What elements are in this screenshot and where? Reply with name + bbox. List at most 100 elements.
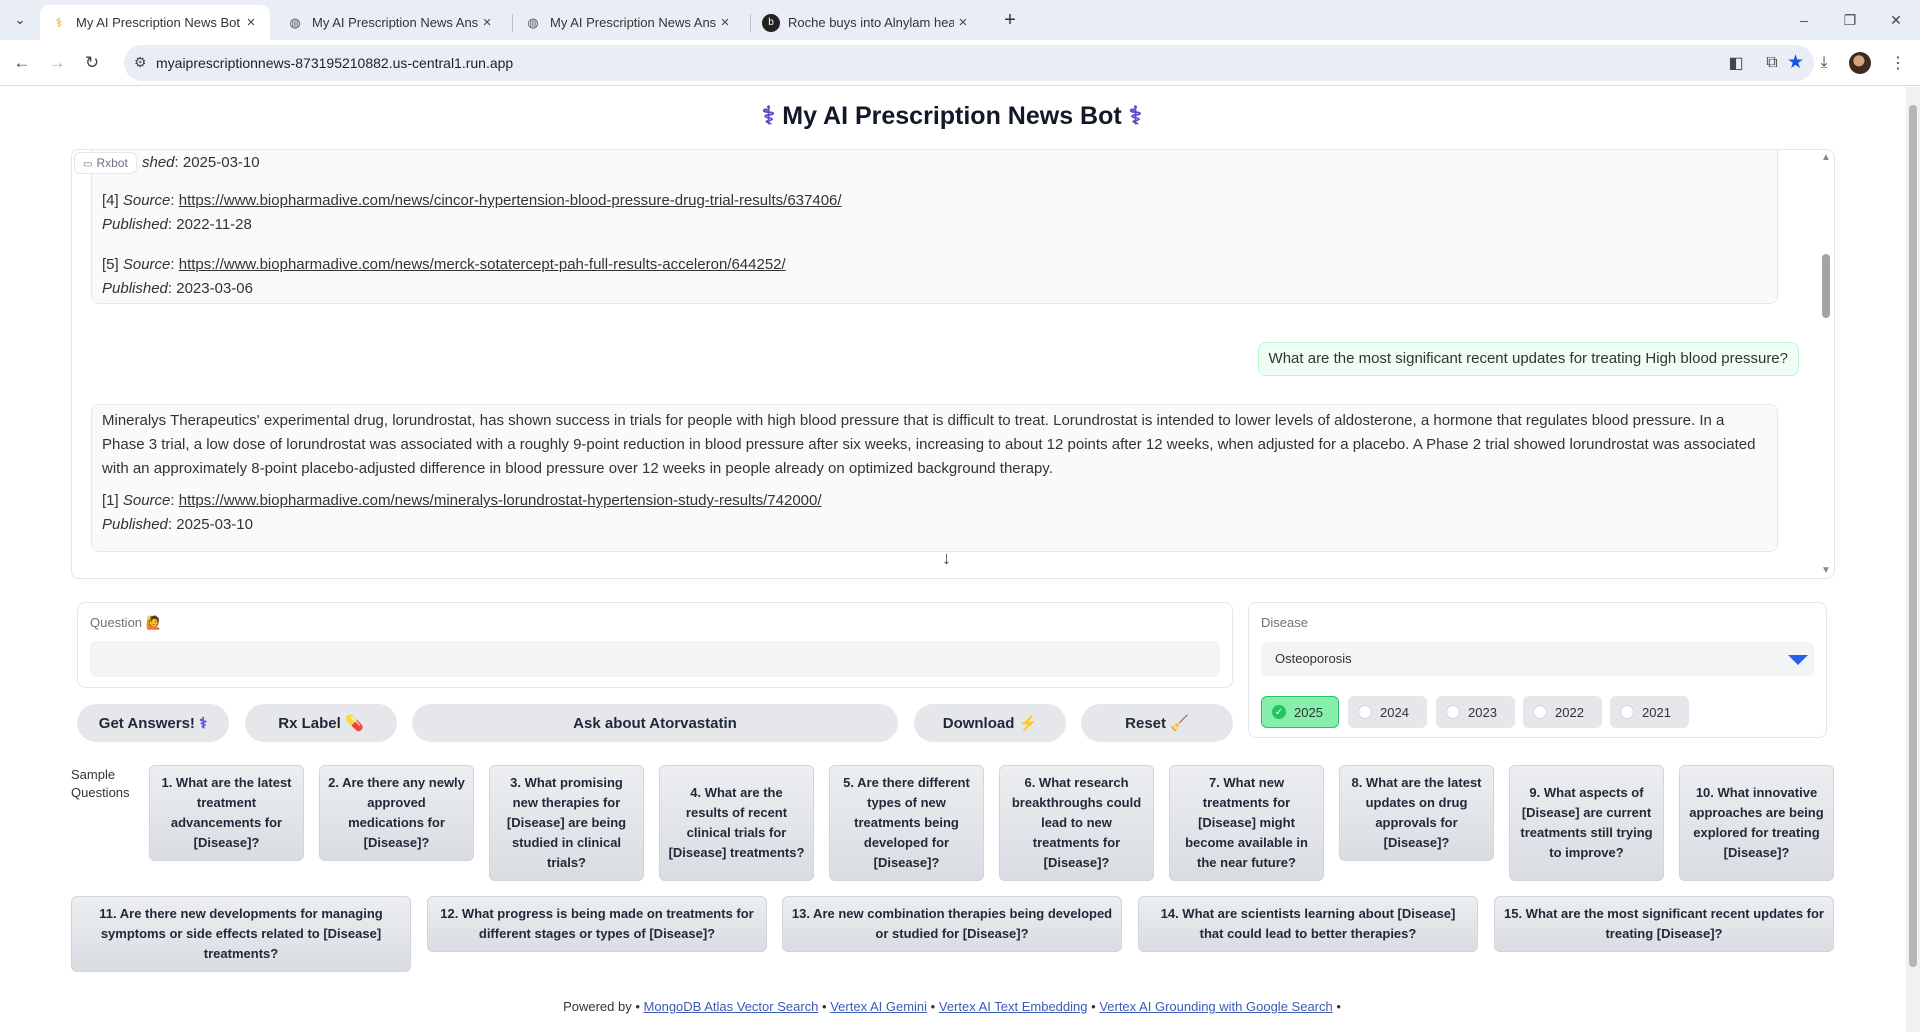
pill-icon: 💊 — [345, 715, 364, 732]
chat-scrollbar[interactable]: ▲ ▼ — [1818, 150, 1834, 578]
chatbot-label-text: Rxbot — [96, 156, 128, 170]
ask-about-atorvastatin-button[interactable]: Ask about Atorvastatin — [412, 704, 898, 742]
scroll-down-icon[interactable]: ▼ — [1821, 565, 1831, 576]
page-scrollbar-thumb[interactable] — [1909, 105, 1917, 967]
vertex-grounding-link[interactable]: Vertex AI Grounding with Google Search — [1099, 999, 1332, 1014]
sample-question-9[interactable]: 9. What aspects of [Disease] are current… — [1509, 765, 1664, 881]
sample-question-4[interactable]: 4. What are the results of recent clinic… — [659, 765, 814, 881]
back-arrow-icon[interactable]: ← — [8, 49, 36, 77]
globe-favicon-icon: ◍ — [289, 14, 301, 30]
forward-arrow-icon[interactable]: → — [43, 49, 71, 77]
download-button[interactable]: Download ⚡ — [914, 704, 1066, 742]
bookmark-star-icon[interactable]: ★ — [1787, 51, 1804, 74]
close-window-button[interactable]: ✕ — [1873, 6, 1919, 34]
site-info-icon[interactable]: ⚙ — [134, 54, 147, 71]
answer-text: Mineralys Therapeutics' experimental dru… — [102, 412, 1756, 477]
vertex-embedding-link[interactable]: Vertex AI Text Embedding — [939, 999, 1088, 1014]
maximize-button[interactable]: ❐ — [1827, 6, 1873, 34]
chatbot-panel[interactable]: ▭ Rxbot shed: 2025-03-10 [4] Source: http… — [71, 149, 1835, 579]
sample-question-10[interactable]: 10. What innovative approaches are being… — [1679, 765, 1834, 881]
sample-question-13[interactable]: 13. Are new combination therapies being … — [782, 896, 1122, 952]
reload-icon[interactable]: ↻ — [78, 49, 106, 77]
get-answers-button[interactable]: Get Answers! ⚕ — [77, 704, 229, 742]
sample-question-5[interactable]: 5. Are there different types of new trea… — [829, 765, 984, 881]
year-option-2024[interactable]: 2024 — [1348, 696, 1427, 728]
lightning-icon: ⚡ — [1018, 715, 1038, 732]
extensions-puzzle-icon[interactable]: ⧉ — [1760, 51, 1784, 75]
tab-separator — [512, 14, 513, 32]
tab-prescription-news-bot[interactable]: ⚕ My AI Prescription News Bot × — [40, 5, 270, 40]
sample-question-11[interactable]: 11. Are there new developments for manag… — [71, 896, 411, 972]
disease-dropdown[interactable]: Osteoporosis — [1261, 642, 1814, 676]
close-tab-icon[interactable]: × — [954, 14, 972, 31]
sample-question-15[interactable]: 15. What are the most significant recent… — [1494, 896, 1834, 952]
year-option-2021[interactable]: 2021 — [1610, 696, 1689, 728]
question-input[interactable] — [90, 641, 1220, 677]
question-label: Question 🙋 — [90, 615, 162, 631]
chat-scrollbar-thumb[interactable] — [1822, 254, 1830, 318]
disease-selected-value: Osteoporosis — [1275, 651, 1352, 666]
news-site-favicon-icon: b — [762, 13, 780, 32]
dropdown-caret-icon[interactable] — [1788, 655, 1808, 665]
page-title-text: My AI Prescription News Bot — [782, 102, 1122, 130]
source-number: [5] — [102, 256, 119, 273]
published-label: Published — [102, 280, 168, 297]
mongodb-atlas-link[interactable]: MongoDB Atlas Vector Search — [644, 999, 819, 1014]
source-link[interactable]: https://www.biopharmadive.com/news/miner… — [179, 492, 822, 509]
globe-favicon-icon: ◍ — [527, 14, 539, 30]
download-icon[interactable]: ⤓ — [1812, 51, 1836, 75]
raised-hand-icon: 🙋 — [145, 615, 162, 630]
vertex-gemini-link[interactable]: Vertex AI Gemini — [830, 999, 927, 1014]
tab-news-answers-2[interactable]: ◍ My AI Prescription News Answ × — [514, 5, 744, 40]
published-date: 2025-03-10 — [182, 154, 260, 171]
year-option-2025[interactable]: ✓ 2025 — [1261, 696, 1339, 728]
scroll-to-bottom-arrow-icon[interactable]: ↓ — [942, 548, 951, 569]
tab-news-answers-1[interactable]: ◍ My AI Prescription News Answ × — [276, 5, 506, 40]
published-date: 2025-03-10 — [176, 516, 253, 533]
download-label: Download — [942, 714, 1015, 732]
tab-search-chevron-icon[interactable]: ⌄ — [6, 8, 34, 32]
close-tab-icon[interactable]: × — [716, 14, 734, 31]
page-scrollbar[interactable] — [1906, 87, 1920, 1032]
tab-roche-alnylam[interactable]: b Roche buys into Alnylam heart × — [752, 5, 982, 40]
new-tab-button[interactable]: + — [996, 8, 1024, 32]
close-tab-icon[interactable]: × — [478, 14, 496, 31]
menu-dots-icon[interactable]: ⋮ — [1886, 51, 1910, 75]
sample-question-12[interactable]: 12. What progress is being made on treat… — [427, 896, 767, 952]
source-link[interactable]: https://www.biopharmadive.com/news/merck… — [179, 256, 786, 273]
sample-question-6[interactable]: 6. What research breakthroughs could lea… — [999, 765, 1154, 881]
source-line: [4] Source: https://www.biopharmadive.co… — [102, 192, 842, 209]
year-option-2022[interactable]: 2022 — [1523, 696, 1602, 728]
split-view-icon[interactable]: ◧ — [1724, 51, 1748, 75]
close-tab-icon[interactable]: × — [242, 14, 260, 31]
sample-question-14[interactable]: 14. What are scientists learning about [… — [1138, 896, 1478, 952]
footer-separator: • — [1336, 999, 1341, 1014]
sample-question-7[interactable]: 7. What new treatments for [Disease] mig… — [1169, 765, 1324, 881]
rx-label-button[interactable]: Rx Label 💊 — [245, 704, 397, 742]
tab-title: My AI Prescription News Answ — [312, 15, 478, 30]
reset-label: Reset — [1125, 714, 1166, 732]
scroll-up-icon[interactable]: ▲ — [1821, 152, 1831, 163]
sample-question-8[interactable]: 8. What are the latest updates on drug a… — [1339, 765, 1494, 861]
check-icon: ✓ — [1272, 705, 1286, 719]
profile-avatar[interactable] — [1849, 52, 1871, 74]
reset-button[interactable]: Reset 🧹 — [1081, 704, 1233, 742]
disease-label: Disease — [1261, 615, 1308, 630]
sample-question-2[interactable]: 2. Are there any newly approved medicati… — [319, 765, 474, 861]
tab-title: My AI Prescription News Answ — [550, 15, 716, 30]
url-text[interactable]: myaiprescriptionnews-873195210882.us-cen… — [156, 55, 513, 71]
chatbot-label: ▭ Rxbot — [74, 152, 137, 174]
question-block: Question 🙋 — [77, 602, 1233, 688]
sample-question-1[interactable]: 1. What are the latest treatment advance… — [149, 765, 304, 861]
source-label: Source — [122, 192, 171, 209]
app-page: ⚕ My AI Prescription News Bot ⚕ ▭ Rxbot s… — [0, 87, 1904, 1032]
published-date: 2022-11-28 — [176, 216, 252, 233]
year-option-2023[interactable]: 2023 — [1436, 696, 1515, 728]
source-link[interactable]: https://www.biopharmadive.com/news/cinco… — [179, 192, 842, 209]
published-label: Published — [102, 516, 168, 533]
minimize-button[interactable]: – — [1781, 6, 1827, 34]
stethoscope-icon: ⚕ — [199, 715, 208, 732]
footer-prefix: Powered by • — [563, 999, 640, 1014]
sample-question-3[interactable]: 3. What promising new therapies for [Dis… — [489, 765, 644, 881]
address-bar[interactable]: ⚙ myaiprescriptionnews-873195210882.us-c… — [124, 45, 1814, 81]
